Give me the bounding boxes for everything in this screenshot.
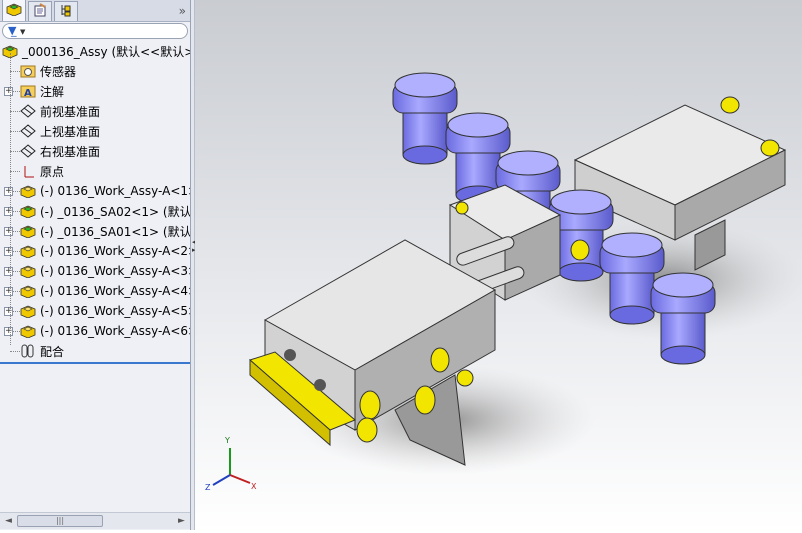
tree-item-label: (-) 0136_Work_Assy-A<2> <box>40 244 190 258</box>
expand-toggle[interactable]: + <box>4 246 13 256</box>
tree-item-label: 传感器 <box>40 64 77 79</box>
annotation-folder-icon: A <box>20 83 36 99</box>
scroll-left-button[interactable]: ◄ <box>1 514 16 528</box>
tree-item-label: _000136_Assy (默认<<默认>_ <box>22 44 190 59</box>
more-tabs-button[interactable]: » <box>179 4 186 18</box>
scroll-thumb[interactable]: ||| <box>17 515 103 527</box>
view-triad: Y X Z <box>205 436 265 495</box>
tree-item-label: 上视基准面 <box>40 124 101 139</box>
expand-toggle[interactable]: + <box>4 286 13 296</box>
property-icon <box>33 3 47 20</box>
cylinder <box>650 272 716 365</box>
expand-toggle[interactable]: + <box>4 326 13 336</box>
subassembly-icon <box>20 283 36 299</box>
expand-toggle[interactable]: + <box>4 186 13 196</box>
tree-item-label: 原点 <box>40 164 65 179</box>
tree-item[interactable]: + (-) _0136_SA02<1> (默认< <box>4 201 190 221</box>
triad-z-label: Z <box>205 483 211 492</box>
tree-connector <box>10 171 20 172</box>
tree-item-label: (-) 0136_Work_Assy-A<1> <box>40 184 190 198</box>
panel-tabs: » <box>0 0 190 22</box>
feature-tree: _000136_Assy (默认<<默认>_ 传感器 + A 注解前视基准面上视基准面右… <box>0 41 190 363</box>
triad-x-label: X <box>251 482 257 491</box>
tree-item[interactable]: _000136_Assy (默认<<默认>_ <box>2 41 190 61</box>
tree-item[interactable]: 配合 <box>10 341 65 361</box>
plane-icon <box>20 123 36 139</box>
tree-item-label: (-) _0136_SA02<1> (默认< <box>40 204 190 219</box>
subassembly-icon <box>20 303 36 319</box>
tree-item-label: (-) _0136_SA01<1> (默认< <box>40 224 190 239</box>
tab-property-manager[interactable] <box>28 1 52 21</box>
tree-filter-input[interactable]: ▼̲ ▼ <box>2 23 188 39</box>
origin-icon <box>20 163 36 179</box>
filter-icon: ▼̲ <box>8 24 17 37</box>
tree-item[interactable]: 右视基准面 <box>10 141 101 161</box>
graphics-viewport[interactable]: Y X Z <box>195 0 802 530</box>
subassembly-green-icon <box>20 223 36 239</box>
mates-icon <box>20 343 36 359</box>
tree-item[interactable]: 原点 <box>10 161 65 181</box>
feature-manager-panel: » ▼̲ ▼ _000136_Assy (默认<<默认>_ 传感器 + A 注解前视基准… <box>0 0 191 530</box>
tree-item-label: 注解 <box>40 84 65 99</box>
subassembly-icon <box>20 243 36 259</box>
tree-item-label: (-) 0136_Work_Assy-A<4> <box>40 284 190 298</box>
tree-item[interactable]: + (-) 0136_Work_Assy-A<4> <box>4 281 190 301</box>
cylinder <box>392 72 458 165</box>
expand-toggle[interactable]: + <box>4 226 13 236</box>
tree-item[interactable]: + (-) 0136_Work_Assy-A<3> <box>4 261 190 281</box>
tree-item-label: (-) 0136_Work_Assy-A<5> <box>40 304 190 318</box>
tree-guide-line <box>10 53 11 345</box>
svg-text:A: A <box>24 88 32 98</box>
tree-connector <box>10 111 20 112</box>
tab-feature-manager[interactable] <box>2 0 26 21</box>
expand-toggle[interactable]: + <box>4 266 13 276</box>
subassembly-icon <box>20 323 36 339</box>
tree-item-label: 前视基准面 <box>40 104 101 119</box>
tree-item[interactable]: + (-) 0136_Work_Assy-A<1> <box>4 181 190 201</box>
expand-toggle[interactable]: + <box>4 206 13 216</box>
rollback-bar[interactable] <box>0 362 190 364</box>
tab-configuration-manager[interactable] <box>54 1 78 21</box>
tree-connector <box>10 71 20 72</box>
tree-item[interactable]: + (-) 0136_Work_Assy-A<6> <box>4 321 190 341</box>
tree-connector <box>10 351 20 352</box>
tree-item-label: (-) 0136_Work_Assy-A<6> <box>40 324 190 338</box>
triad-y-label: Y <box>225 436 230 445</box>
plane-icon <box>20 143 36 159</box>
tree-item[interactable]: 前视基准面 <box>10 101 101 121</box>
plane-icon <box>20 103 36 119</box>
sensor-folder-icon <box>20 63 36 79</box>
tree-item[interactable]: 上视基准面 <box>10 121 101 141</box>
subassembly-green-icon <box>20 203 36 219</box>
subassembly-icon <box>20 263 36 279</box>
assembly-model <box>249 72 802 475</box>
expand-toggle[interactable]: + <box>4 86 13 96</box>
tree-item-label: 右视基准面 <box>40 144 101 159</box>
tree-item[interactable]: + A 注解 <box>4 81 65 101</box>
tree-item[interactable]: + (-) 0136_Work_Assy-A<2> <box>4 241 190 261</box>
configuration-icon <box>59 3 73 20</box>
tree-connector <box>10 151 20 152</box>
scroll-right-button[interactable]: ► <box>174 514 189 528</box>
tree-connector <box>10 131 20 132</box>
tree-item[interactable]: 传感器 <box>10 61 77 81</box>
assembly-icon <box>6 2 22 19</box>
tree-item[interactable]: + (-) _0136_SA01<1> (默认< <box>4 221 190 241</box>
horizontal-scrollbar[interactable]: ◄ ||| ► <box>0 512 190 529</box>
subassembly-icon <box>20 183 36 199</box>
expand-toggle[interactable]: + <box>4 306 13 316</box>
tree-item-label: 配合 <box>40 344 65 359</box>
tree-item-label: (-) 0136_Work_Assy-A<3> <box>40 264 190 278</box>
tree-item[interactable]: + (-) 0136_Work_Assy-A<5> <box>4 301 190 321</box>
